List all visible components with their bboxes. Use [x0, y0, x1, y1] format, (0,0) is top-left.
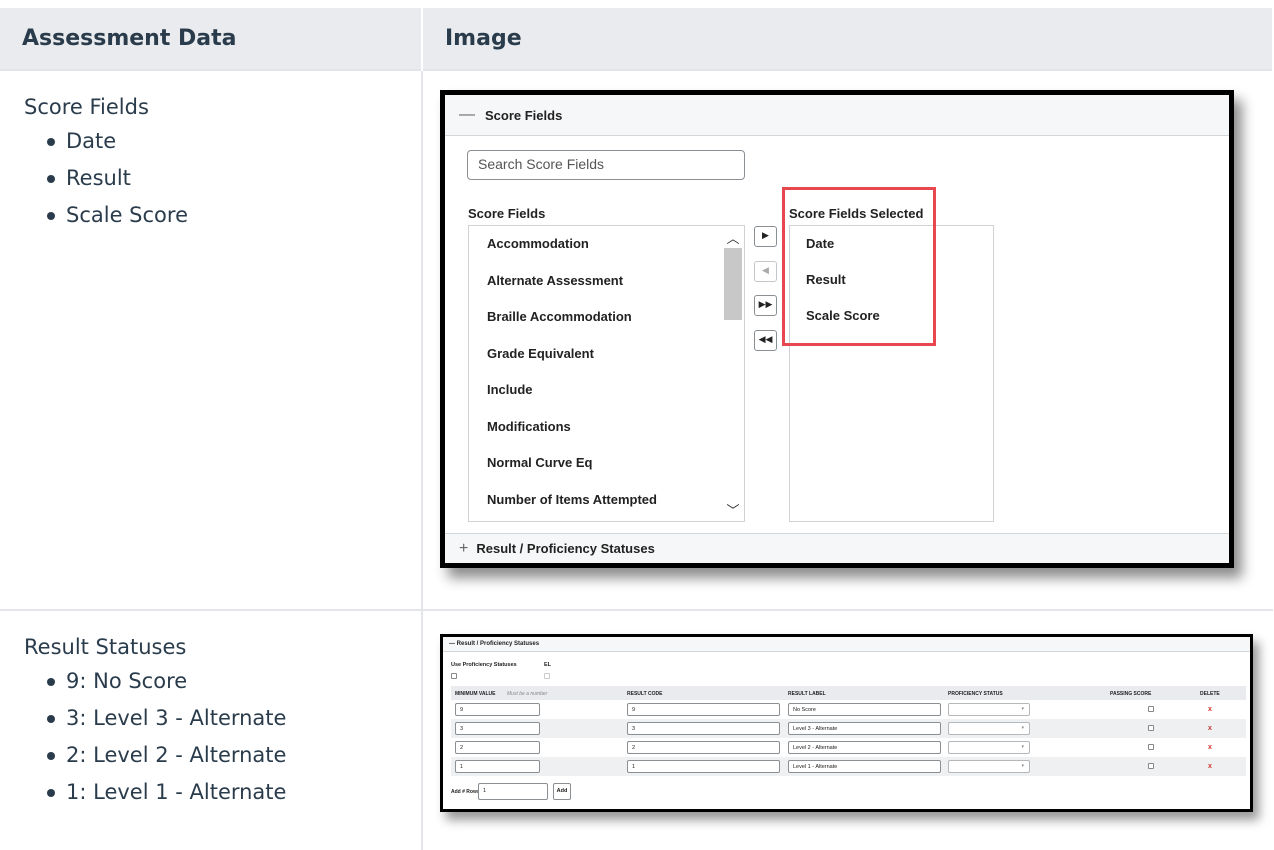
- result-code-input[interactable]: 2: [627, 741, 780, 754]
- expand-icon[interactable]: +: [459, 540, 468, 558]
- col-result-label: RESULT LABEL: [788, 691, 826, 697]
- list-item[interactable]: Accommodation: [469, 226, 744, 262]
- collapse-icon[interactable]: —: [449, 641, 455, 647]
- score-fields-panel-header[interactable]: — Score Fields: [445, 95, 1229, 136]
- statuses-grid: MINIMUM VALUE Must be a number RESULT CO…: [451, 686, 1246, 776]
- grid-header-row: MINIMUM VALUE Must be a number RESULT CO…: [451, 686, 1246, 700]
- table-row: 2 2 Level 2 - Alternate ▾ x: [451, 738, 1246, 757]
- list-item[interactable]: Grade Equivalent: [469, 336, 744, 372]
- passing-score-checkbox[interactable]: [1148, 725, 1154, 731]
- collapse-icon[interactable]: —: [459, 106, 475, 124]
- score-fields-screenshot: — Score Fields Search Score Fields Score…: [440, 90, 1234, 568]
- result-code-input[interactable]: 9: [627, 703, 780, 716]
- proficiency-status-select[interactable]: ▾: [948, 722, 1030, 735]
- list-item: Scale Score: [47, 197, 421, 234]
- result-statuses-title: Result Statuses: [24, 635, 187, 659]
- list-item: 2: Level 2 - Alternate: [47, 737, 421, 774]
- list-item[interactable]: Number of Items Attempted: [469, 482, 744, 518]
- list-item[interactable]: Include: [469, 372, 744, 408]
- el-checkbox[interactable]: [544, 673, 550, 679]
- use-proficiency-checkbox[interactable]: [451, 673, 457, 679]
- list-item: Result: [47, 160, 421, 197]
- list-item[interactable]: Alternate Assessment: [469, 263, 744, 299]
- table-row: 3 3 Level 3 - Alternate ▾ x: [451, 719, 1246, 738]
- result-label-input[interactable]: No Score: [788, 703, 941, 716]
- move-all-right-button[interactable]: ▶▶: [754, 295, 777, 316]
- col-passing-score: PASSING SCORE: [1110, 691, 1152, 697]
- minimum-value-input[interactable]: 2: [455, 741, 540, 754]
- list-item[interactable]: Modifications: [469, 409, 744, 445]
- highlight-box: [782, 187, 936, 346]
- scrollbar[interactable]: ︿ ﹀: [722, 226, 744, 521]
- move-all-left-button[interactable]: ◀◀: [754, 330, 777, 351]
- delete-icon[interactable]: x: [1208, 706, 1212, 713]
- table-row: 9 9 No Score ▾ x: [451, 700, 1246, 719]
- minimum-value-input[interactable]: 9: [455, 703, 540, 716]
- list-item: 3: Level 3 - Alternate: [47, 700, 421, 737]
- chevron-up-icon[interactable]: ︿: [722, 228, 744, 247]
- available-fields-label: Score Fields: [468, 206, 546, 221]
- list-item: 9: No Score: [47, 663, 421, 700]
- minimum-value-input[interactable]: 3: [455, 722, 540, 735]
- delete-icon[interactable]: x: [1208, 725, 1212, 732]
- chevron-down-icon[interactable]: ﹀: [722, 500, 744, 519]
- statuses-panel-header[interactable]: — Result / Proficiency Statuses: [443, 637, 1250, 652]
- result-label-input[interactable]: Level 1 - Alternate: [788, 760, 941, 773]
- passing-score-checkbox[interactable]: [1148, 744, 1154, 750]
- proficiency-status-select[interactable]: ▾: [948, 760, 1030, 773]
- score-fields-title: Score Fields: [24, 95, 149, 119]
- table-row: 1 1 Level 1 - Alternate ▾ x: [451, 757, 1246, 776]
- passing-score-checkbox[interactable]: [1148, 706, 1154, 712]
- result-statuses-list: 9: No Score 3: Level 3 - Alternate 2: Le…: [24, 663, 421, 811]
- delete-icon[interactable]: x: [1208, 744, 1212, 751]
- result-label-input[interactable]: Level 2 - Alternate: [788, 741, 941, 754]
- result-statuses-screenshot: — Result / Proficiency Statuses Use Prof…: [440, 634, 1253, 812]
- el-label: EL: [544, 662, 552, 668]
- score-fields-cell: Score Fields Date Result Scale Score: [0, 69, 423, 610]
- list-item[interactable]: Braille Accommodation: [469, 299, 744, 335]
- scrollbar-thumb[interactable]: [724, 248, 742, 320]
- delete-icon[interactable]: x: [1208, 763, 1212, 770]
- header-image: Image: [422, 8, 1274, 70]
- list-item[interactable]: Normal Curve Eq: [469, 445, 744, 481]
- result-code-input[interactable]: 1: [627, 760, 780, 773]
- passing-score-checkbox[interactable]: [1148, 763, 1154, 769]
- result-code-input[interactable]: 3: [627, 722, 780, 735]
- add-rows-label: Add # Rows: [451, 789, 480, 795]
- col-minimum-value-hint: Must be a number: [507, 691, 548, 697]
- result-label-input[interactable]: Level 3 - Alternate: [788, 722, 941, 735]
- search-score-fields-input[interactable]: Search Score Fields: [467, 150, 745, 180]
- proficiency-status-select[interactable]: ▾: [948, 703, 1030, 716]
- col-delete: DELETE: [1200, 691, 1220, 697]
- result-statuses-cell: Result Statuses 9: No Score 3: Level 3 -…: [0, 609, 423, 850]
- proficiency-status-select[interactable]: ▾: [948, 741, 1030, 754]
- score-fields-panel-title: Score Fields: [485, 107, 563, 123]
- add-rows-input[interactable]: 1: [478, 783, 548, 800]
- header-assessment-data: Assessment Data: [0, 8, 423, 70]
- score-fields-list: Date Result Scale Score: [24, 123, 421, 234]
- result-proficiency-statuses-header[interactable]: + Result / Proficiency Statuses: [445, 533, 1229, 563]
- statuses-panel-title: Result / Proficiency Statuses: [456, 641, 540, 647]
- move-left-button[interactable]: ◀: [754, 261, 777, 282]
- use-proficiency-label: Use Proficiency Statuses: [451, 662, 517, 668]
- col-proficiency-status: PROFICIENCY STATUS: [948, 691, 1003, 697]
- col-result-code: RESULT CODE: [627, 691, 663, 697]
- add-button[interactable]: Add: [553, 783, 571, 800]
- col-minimum-value: MINIMUM VALUE: [455, 691, 496, 697]
- section-title: Result / Proficiency Statuses: [476, 541, 655, 556]
- list-item: 1: Level 1 - Alternate: [47, 774, 421, 811]
- list-item: Date: [47, 123, 421, 160]
- minimum-value-input[interactable]: 1: [455, 760, 540, 773]
- move-right-button[interactable]: ▶: [754, 226, 777, 247]
- available-fields-list[interactable]: Accommodation Alternate Assessment Brail…: [468, 225, 745, 522]
